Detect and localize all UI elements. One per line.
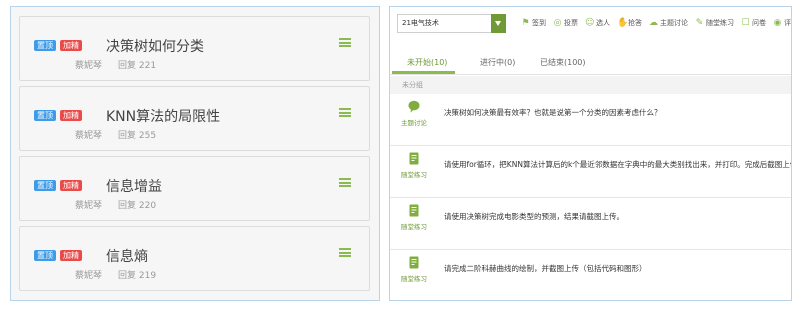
tool-vote-button[interactable]: ◎ 投票: [553, 18, 578, 28]
menu-icon[interactable]: [339, 38, 351, 47]
tool-label: 随堂练习: [706, 19, 734, 27]
topic-replies: 回复 255: [118, 128, 156, 141]
activity-type: 随堂练习: [401, 171, 427, 179]
active-tab-indicator: [392, 71, 455, 74]
topic-title[interactable]: KNN算法的局限性: [106, 106, 220, 126]
tool-label: 评分: [784, 19, 791, 27]
activity-title[interactable]: 决策树如何决策最有效率？也就是说第一个分类的因素考虑什么？: [444, 107, 662, 118]
featured-badge: 加精: [60, 110, 82, 121]
activity-type: 随堂练习: [401, 223, 427, 231]
tool-discussion-button[interactable]: ☁ 主题讨论: [649, 18, 688, 28]
activity-title[interactable]: 请完成二阶科赫曲线的绘制，并截图上传（包括代码和图形）: [444, 263, 647, 274]
topic-badges: 置顶 加精: [34, 180, 82, 191]
reply-label: 回复: [118, 271, 137, 281]
topic-title[interactable]: 决策树如何分类: [106, 36, 204, 56]
topic-card[interactable]: 置顶 加精 KNN算法的局限性 蔡妮琴 回复 255: [19, 86, 370, 151]
tab-not-started[interactable]: 未开始(10): [407, 57, 447, 68]
topic-card[interactable]: 置顶 加精 决策树如何分类 蔡妮琴 回复 221: [19, 16, 370, 81]
note-icon: [409, 204, 419, 217]
reply-count: 221: [138, 61, 157, 71]
reply-label: 回复: [118, 131, 137, 141]
tool-exercise-button[interactable]: ✎ 随堂练习: [695, 18, 734, 28]
topic-list-panel: 置顶 加精 决策树如何分类 蔡妮琴 回复 221 置顶 加精 KNN算法的局限性…: [10, 6, 380, 301]
featured-badge: 加精: [60, 250, 82, 261]
topic-replies: 回复 219: [118, 268, 156, 281]
topic-card[interactable]: 置顶 加精 信息熵 蔡妮琴 回复 219: [19, 226, 370, 291]
hand-icon: ✋: [617, 17, 629, 28]
tab-in-progress[interactable]: 进行中(0): [480, 57, 515, 68]
tab-finished[interactable]: 已结束(100): [540, 57, 586, 68]
tool-label: 问卷: [752, 19, 766, 27]
pinned-badge: 置顶: [34, 250, 56, 261]
pinned-badge: 置顶: [34, 40, 56, 51]
topic-meta: 蔡妮琴 回复 255: [75, 128, 156, 141]
activity-title[interactable]: 请使用决策树完成电影类型的预测，结果请截图上传。: [444, 211, 624, 222]
activity-row[interactable]: 随堂练习 请使用决策树完成电影类型的预测，结果请截图上传。: [390, 198, 791, 250]
activity-row[interactable]: 随堂练习 请使用for循环，把KNN算法计算后的k个最近邻数据在字典中的最大类别…: [390, 146, 791, 198]
group-header: 未分组: [390, 76, 791, 94]
rating-icon: ◉: [773, 17, 782, 28]
tool-signin-button[interactable]: ⚑ 签到: [521, 18, 546, 28]
topic-replies: 回复 221: [118, 58, 156, 71]
question-icon: ☐: [741, 17, 750, 28]
topic-title[interactable]: 信息熵: [106, 246, 148, 266]
tool-rating-button[interactable]: ◉ 评分: [773, 17, 791, 28]
chevron-down-icon[interactable]: [491, 14, 506, 33]
pinned-badge: 置顶: [34, 180, 56, 191]
topic-badges: 置顶 加精: [34, 110, 82, 121]
tool-pick-person-button[interactable]: ☺ 选人: [585, 18, 610, 28]
tool-label: 投票: [564, 19, 578, 27]
featured-badge: 加精: [60, 40, 82, 51]
topic-meta: 蔡妮琴 回复 219: [75, 268, 156, 281]
pin-icon: ⚑: [521, 17, 530, 28]
topic-author: 蔡妮琴: [75, 61, 103, 71]
reply-count: 220: [138, 201, 157, 211]
topic-badges: 置顶 加精: [34, 250, 82, 261]
chat-icon: [408, 100, 420, 113]
menu-icon[interactable]: [339, 248, 351, 257]
chat-icon: ☁: [649, 17, 658, 28]
activity-type: 随堂练习: [401, 275, 427, 283]
activity-tabs: 未开始(10) 进行中(0) 已结束(100): [390, 55, 791, 75]
reply-label: 回复: [118, 61, 137, 71]
activity-row[interactable]: 随堂练习 请完成二阶科赫曲线的绘制，并截图上传（包括代码和图形）: [390, 250, 791, 300]
topic-meta: 蔡妮琴 回复 220: [75, 198, 156, 211]
activity-title[interactable]: 请使用for循环，把KNN算法计算后的k个最近邻数据在字典中的最大类别找出来，并…: [444, 159, 791, 170]
reply-label: 回复: [118, 201, 137, 211]
activity-panel: 21电气技术 ⚑ 签到 ◎ 投票 ☺ 选人 ✋ 抢答 ☁ 主题讨论 ✎ 随堂练习…: [389, 6, 792, 301]
topic-author: 蔡妮琴: [75, 201, 103, 211]
reply-count: 219: [138, 271, 157, 281]
tool-label: 抢答: [628, 19, 642, 27]
menu-icon[interactable]: [339, 178, 351, 187]
class-select[interactable]: 21电气技术: [397, 14, 506, 33]
topic-author: 蔡妮琴: [75, 271, 103, 281]
note-icon: [409, 256, 419, 269]
pinned-badge: 置顶: [34, 110, 56, 121]
tool-label: 选人: [596, 19, 610, 27]
activity-type: 主题讨论: [401, 119, 427, 127]
tool-label: 签到: [532, 19, 546, 27]
featured-badge: 加精: [60, 180, 82, 191]
menu-icon[interactable]: [339, 108, 351, 117]
topic-badges: 置顶 加精: [34, 40, 82, 51]
tool-label: 主题讨论: [660, 19, 688, 27]
person-icon: ☺: [585, 17, 595, 28]
activity-toolbar: 21电气技术 ⚑ 签到 ◎ 投票 ☺ 选人 ✋ 抢答 ☁ 主题讨论 ✎ 随堂练习…: [390, 7, 791, 41]
tool-quick-answer-button[interactable]: ✋ 抢答: [617, 18, 642, 28]
reply-count: 255: [138, 131, 157, 141]
note-icon: ✎: [695, 17, 704, 28]
topic-title[interactable]: 信息增益: [106, 176, 162, 196]
tool-questionnaire-button[interactable]: ☐ 问卷: [741, 18, 766, 28]
topic-author: 蔡妮琴: [75, 131, 103, 141]
topic-replies: 回复 220: [118, 198, 156, 211]
class-select-value: 21电气技术: [402, 19, 439, 27]
topic-meta: 蔡妮琴 回复 221: [75, 58, 156, 71]
tool-items: ⚑ 签到 ◎ 投票 ☺ 选人 ✋ 抢答 ☁ 主题讨论 ✎ 随堂练习 ☐ 问卷 ◉…: [521, 17, 791, 28]
topic-card[interactable]: 置顶 加精 信息增益 蔡妮琴 回复 220: [19, 156, 370, 221]
activity-row[interactable]: 主题讨论 决策树如何决策最有效率？也就是说第一个分类的因素考虑什么？: [390, 94, 791, 146]
vote-icon: ◎: [553, 17, 562, 28]
note-icon: [409, 152, 419, 165]
